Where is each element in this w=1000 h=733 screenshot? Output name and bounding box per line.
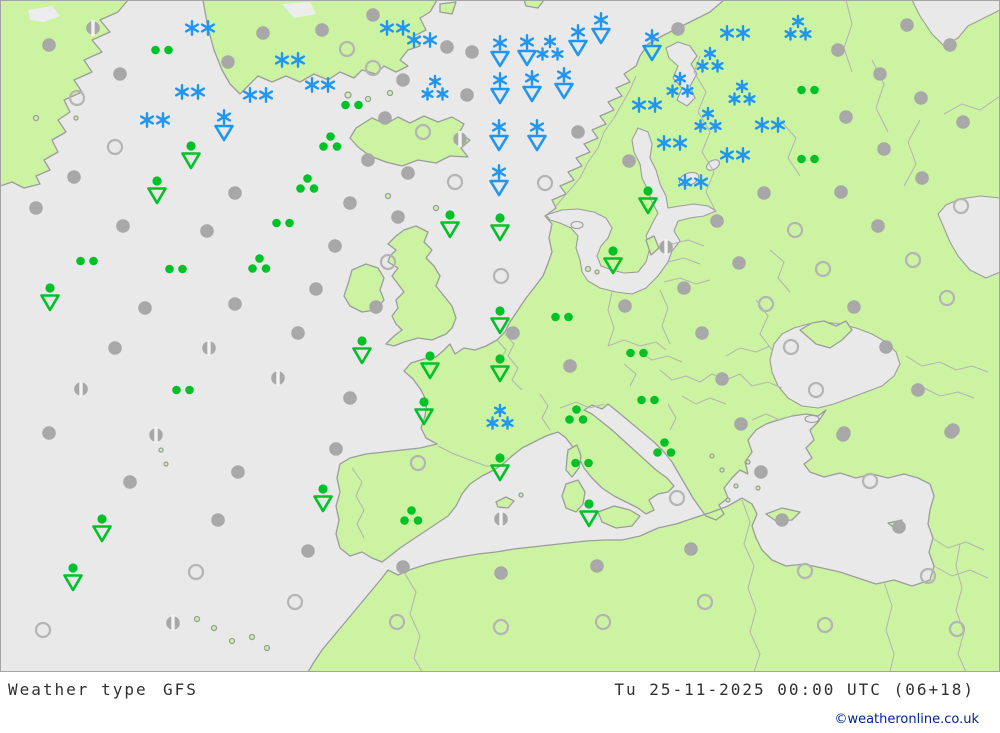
weather-symbol-cloud-icon bbox=[831, 43, 845, 57]
copyright-link[interactable]: ©weatheronline.co.uk bbox=[834, 712, 979, 727]
model-name: GFS bbox=[163, 680, 198, 699]
weather-symbol-cloud-icon bbox=[684, 542, 698, 556]
weather-symbol-cloud-icon bbox=[315, 23, 329, 37]
weather-symbol-cloud-icon bbox=[943, 38, 957, 52]
weather-symbol-cloud-icon bbox=[956, 115, 970, 129]
weather-symbol-cloud-icon bbox=[108, 341, 122, 355]
weather-symbol-cloud-icon bbox=[944, 425, 958, 439]
weather-symbol-cloud-icon bbox=[590, 559, 604, 573]
lake-vanern bbox=[570, 220, 584, 230]
weather-symbol-cloud-icon bbox=[391, 210, 405, 224]
weather-symbol-cloud-icon bbox=[710, 214, 724, 228]
weather-symbol-cloud-icon bbox=[622, 154, 636, 168]
weather-symbol-cloud-icon bbox=[256, 26, 270, 40]
weather-symbol-cloud-icon bbox=[401, 166, 415, 180]
weather-symbol-cloud-icon bbox=[618, 299, 632, 313]
weather-symbol-cloud-icon bbox=[871, 219, 885, 233]
weather-symbol-cloud-icon bbox=[834, 185, 848, 199]
weather-symbol-cloud-icon bbox=[563, 359, 577, 373]
weather-symbol-cloud-icon bbox=[42, 426, 56, 440]
weather-symbol-cloud-icon bbox=[836, 428, 850, 442]
weather-symbol-cloud-icon bbox=[715, 372, 729, 386]
weather-symbol-cloud-icon bbox=[211, 513, 225, 527]
weather-symbol-cloud-icon bbox=[914, 91, 928, 105]
weather-symbol-cloud-icon bbox=[29, 201, 43, 215]
weather-symbol-cloud-icon bbox=[506, 326, 520, 340]
weather-symbol-cloud-icon bbox=[465, 45, 479, 59]
weather-symbol-cloud-icon bbox=[221, 55, 235, 69]
weather-symbol-cloud-icon bbox=[343, 196, 357, 210]
weather-symbol-cloud-icon bbox=[847, 300, 861, 314]
europe-weather-map bbox=[0, 0, 1000, 672]
weather-symbol-cloud-icon bbox=[228, 297, 242, 311]
weather-symbol-cloud-icon bbox=[113, 67, 127, 81]
weather-symbol-cloud-icon bbox=[879, 340, 893, 354]
weather-symbol-cloud-icon bbox=[677, 281, 691, 295]
weather-symbol-cloud-icon bbox=[754, 465, 768, 479]
map-title: Weather type bbox=[8, 680, 148, 699]
weather-symbol-cloud-icon bbox=[494, 566, 508, 580]
sea-of-marmara bbox=[804, 414, 820, 424]
weather-symbol-cloud-icon bbox=[440, 40, 454, 54]
weather-symbol-cloud-icon bbox=[734, 417, 748, 431]
weather-symbol-cloud-icon bbox=[231, 465, 245, 479]
weather-symbol-cloud-icon bbox=[200, 224, 214, 238]
weather-symbol-cloud-icon bbox=[138, 301, 152, 315]
weather-symbol-cloud-icon bbox=[369, 300, 383, 314]
weather-symbol-cloud-icon bbox=[116, 219, 130, 233]
weather-symbol-cloud-icon bbox=[571, 125, 585, 139]
weather-symbol-cloud-icon bbox=[309, 282, 323, 296]
weather-symbol-cloud-icon bbox=[873, 67, 887, 81]
weather-symbol-cloud-icon bbox=[328, 239, 342, 253]
weather-symbol-cloud-icon bbox=[366, 8, 380, 22]
weather-symbol-cloud-icon bbox=[301, 544, 315, 558]
weather-symbol-cloud-icon bbox=[460, 88, 474, 102]
weather-symbol-cloud-icon bbox=[396, 560, 410, 574]
weather-symbol-cloud-icon bbox=[123, 475, 137, 489]
weather-symbol-cloud-icon bbox=[839, 110, 853, 124]
weather-symbol-cloud-icon bbox=[695, 326, 709, 340]
weather-symbol-cloud-icon bbox=[900, 18, 914, 32]
weather-symbol-cloud-icon bbox=[291, 326, 305, 340]
weather-symbol-cloud-icon bbox=[396, 73, 410, 87]
weather-symbol-cloud-icon bbox=[892, 520, 906, 534]
weather-symbol-cloud-icon bbox=[877, 142, 891, 156]
weather-symbol-cloud-icon bbox=[915, 171, 929, 185]
weather-symbol-cloud-icon bbox=[329, 442, 343, 456]
weather-symbol-cloud-icon bbox=[757, 186, 771, 200]
weather-symbol-cloud-icon bbox=[378, 111, 392, 125]
weather-symbol-cloud-icon bbox=[775, 513, 789, 527]
footer: Weather type GFS Tu 25-11-2025 00:00 UTC… bbox=[0, 672, 1000, 733]
timestamp: Tu 25-11-2025 00:00 UTC (06+18) bbox=[614, 680, 975, 699]
weather-symbol-cloud-icon bbox=[911, 383, 925, 397]
weather-symbol-cloud-icon bbox=[671, 22, 685, 36]
weather-symbol-cloud-icon bbox=[361, 153, 375, 167]
weather-symbol-cloud-icon bbox=[42, 38, 56, 52]
weather-symbol-cloud-icon bbox=[732, 256, 746, 270]
weather-symbol-cloud-icon bbox=[228, 186, 242, 200]
weather-symbol-cloud-icon bbox=[67, 170, 81, 184]
weather-symbol-cloud-icon bbox=[343, 391, 357, 405]
